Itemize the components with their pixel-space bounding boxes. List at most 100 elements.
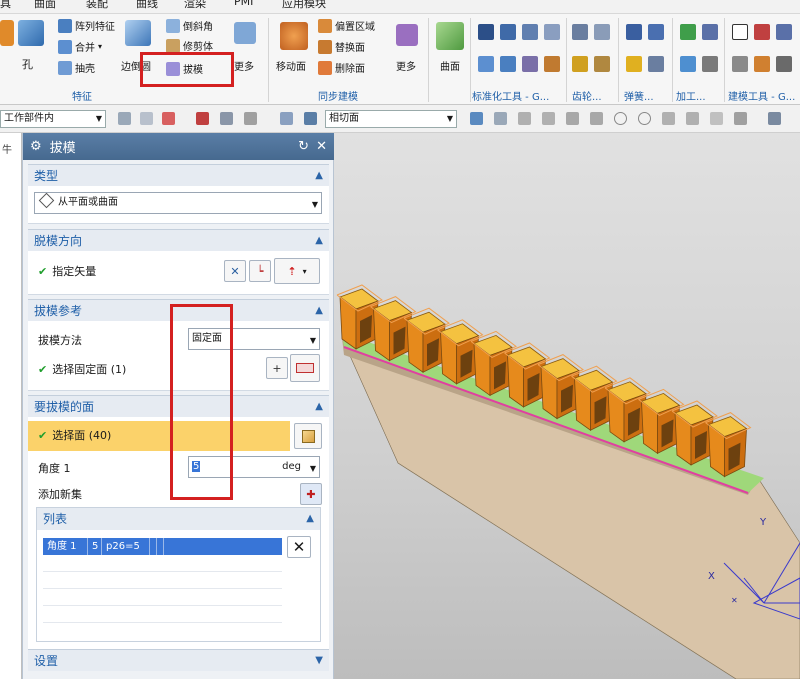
spring-tool-icon[interactable] — [626, 24, 642, 40]
trim-body-button[interactable]: 修剪体 — [166, 38, 213, 53]
process-tool-icon[interactable] — [702, 24, 718, 40]
vector-type-dropdown[interactable]: ⇡ ▾ — [274, 258, 320, 284]
reset-icon[interactable]: ↻ — [298, 139, 309, 154]
process-tool-icon[interactable] — [680, 24, 696, 40]
snap-icon[interactable] — [470, 112, 483, 125]
select-face-row[interactable]: ✔ 选择面 (40) — [28, 421, 290, 451]
remove-set-button[interactable]: ✕ — [287, 536, 311, 558]
surface-button[interactable]: 曲面 — [440, 58, 460, 73]
navigator-strip[interactable]: 牛 — [0, 133, 22, 679]
specify-vector-row[interactable]: ✔ 指定矢量 — [38, 263, 96, 279]
more-features-icon[interactable] — [234, 22, 256, 44]
replace-face-button[interactable]: 替换面 — [318, 39, 365, 54]
std-tool-icon[interactable] — [522, 24, 538, 40]
menu-assembly[interactable]: 装配 — [86, 0, 108, 11]
view-icon[interactable] — [768, 112, 781, 125]
more-features-button[interactable]: 更多 — [234, 58, 254, 73]
menu-pmi[interactable]: PMI — [234, 0, 253, 8]
process-tool-icon[interactable] — [680, 56, 696, 72]
edge-blend-icon[interactable] — [125, 20, 151, 46]
select-tool-icon[interactable] — [118, 112, 131, 125]
menu-render[interactable]: 渲染 — [184, 0, 206, 11]
snap-icon[interactable] — [662, 112, 675, 125]
select-fixed-face-row[interactable]: ✔ 选择固定面 (1) — [38, 361, 126, 377]
snap-icon[interactable] — [590, 112, 603, 125]
reverse-direction-button[interactable]: ┕ — [249, 260, 271, 282]
gear-tool-icon[interactable] — [572, 24, 588, 40]
chevron-up-icon[interactable]: ▲ — [315, 300, 323, 322]
select-tool-icon[interactable] — [196, 112, 209, 125]
pattern-feature-button[interactable]: 阵列特征 — [58, 18, 115, 33]
model-tool-icon[interactable] — [732, 56, 748, 72]
chevron-down-icon[interactable]: ▼ — [315, 650, 323, 672]
chevron-up-icon[interactable]: ▲ — [306, 508, 314, 530]
gear-tool-icon[interactable] — [572, 56, 588, 72]
section-settings-header[interactable]: 设置 ▼ — [28, 649, 329, 671]
filter-scope-dropdown[interactable]: 工作部件内 ▼ — [0, 110, 106, 128]
move-face-icon[interactable] — [280, 22, 308, 50]
select-tool-icon[interactable] — [244, 112, 257, 125]
snap-icon[interactable] — [566, 112, 579, 125]
face-selection-button[interactable] — [294, 423, 322, 449]
more-sync-button[interactable]: 更多 — [396, 58, 416, 73]
select-tool-icon[interactable] — [220, 112, 233, 125]
std-tool-icon[interactable] — [544, 24, 560, 40]
snap-icon[interactable] — [614, 112, 627, 125]
select-tool-icon[interactable] — [140, 112, 153, 125]
chevron-up-icon[interactable]: ▲ — [315, 396, 323, 418]
select-tool-icon[interactable] — [304, 112, 317, 125]
type-dropdown[interactable]: 从平面或曲面 ▼ — [34, 192, 322, 214]
graphics-viewport[interactable]: Y X ✕ — [334, 133, 800, 679]
hole-button[interactable]: 孔 — [22, 56, 33, 72]
std-tool-icon[interactable] — [478, 24, 494, 40]
snap-icon[interactable] — [518, 112, 531, 125]
menu-surface[interactable]: 曲面 — [34, 0, 56, 11]
snap-icon[interactable] — [638, 112, 651, 125]
snap-icon[interactable] — [542, 112, 555, 125]
more-sync-icon[interactable] — [396, 24, 418, 46]
unite-button[interactable]: 合并 ▾ — [58, 39, 102, 54]
snap-icon[interactable] — [710, 112, 723, 125]
snap-icon[interactable] — [686, 112, 699, 125]
std-tool-icon[interactable] — [544, 56, 560, 72]
chevron-up-icon[interactable]: ▲ — [315, 230, 323, 252]
chamfer-button[interactable]: 倒斜角 — [166, 18, 213, 33]
shell-button[interactable]: 抽壳 — [58, 60, 95, 75]
fixed-face-type-button[interactable] — [290, 354, 320, 382]
menu-tools[interactable]: 具 — [0, 0, 11, 11]
spring-tool-icon[interactable] — [648, 24, 664, 40]
table-row[interactable]: 角度 1 5 p26=5 — [43, 538, 282, 555]
menu-curve[interactable]: 曲线 — [136, 0, 158, 11]
move-face-button[interactable]: 移动面 — [276, 58, 306, 73]
delete-face-button[interactable]: 删除面 — [318, 60, 365, 75]
snap-face-dropdown[interactable]: 相切面 ▼ — [325, 110, 457, 128]
menu-app-modules[interactable]: 应用模块 — [282, 0, 326, 11]
list-header[interactable]: 列表 ▲ — [37, 508, 320, 530]
gear-tool-icon[interactable] — [594, 24, 610, 40]
section-type-header[interactable]: 类型 ▲ — [28, 164, 329, 186]
model-tool-icon[interactable] — [754, 24, 770, 40]
snap-icon[interactable] — [494, 112, 507, 125]
offset-region-button[interactable]: 偏置区域 — [318, 18, 375, 33]
std-tool-icon[interactable] — [500, 24, 516, 40]
hole-icon[interactable] — [18, 20, 44, 46]
process-tool-icon[interactable] — [702, 56, 718, 72]
add-fixed-face-button[interactable]: + — [266, 357, 288, 379]
std-tool-icon[interactable] — [522, 56, 538, 72]
select-tool-icon[interactable] — [162, 112, 175, 125]
chevron-up-icon[interactable]: ▲ — [315, 165, 323, 187]
section-direction-header[interactable]: 脱模方向 ▲ — [28, 229, 329, 251]
model-tool-icon[interactable] — [776, 56, 792, 72]
select-tool-icon[interactable] — [280, 112, 293, 125]
extrude-icon[interactable] — [0, 20, 14, 46]
model-tool-icon[interactable] — [754, 56, 770, 72]
gear-tool-icon[interactable] — [594, 56, 610, 72]
std-tool-icon[interactable] — [478, 56, 494, 72]
snap-icon[interactable] — [734, 112, 747, 125]
spring-tool-icon[interactable] — [626, 56, 642, 72]
surface-icon[interactable] — [436, 22, 464, 50]
std-tool-icon[interactable] — [500, 56, 516, 72]
model-tool-icon[interactable] — [732, 24, 748, 40]
model-tool-icon[interactable] — [776, 24, 792, 40]
spring-tool-icon[interactable] — [648, 56, 664, 72]
